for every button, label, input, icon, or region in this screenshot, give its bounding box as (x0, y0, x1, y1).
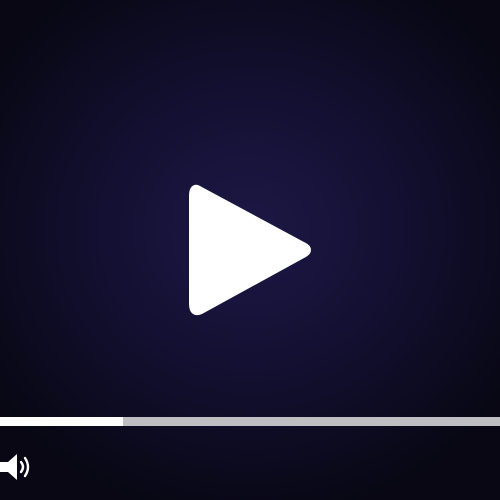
play-icon (189, 184, 311, 316)
player-controls (0, 405, 500, 500)
play-button[interactable] (185, 180, 315, 320)
video-player[interactable] (0, 0, 500, 500)
volume-icon (0, 454, 30, 480)
progress-bar-fill (0, 417, 123, 426)
progress-bar[interactable] (0, 417, 500, 426)
volume-button[interactable] (0, 450, 34, 484)
